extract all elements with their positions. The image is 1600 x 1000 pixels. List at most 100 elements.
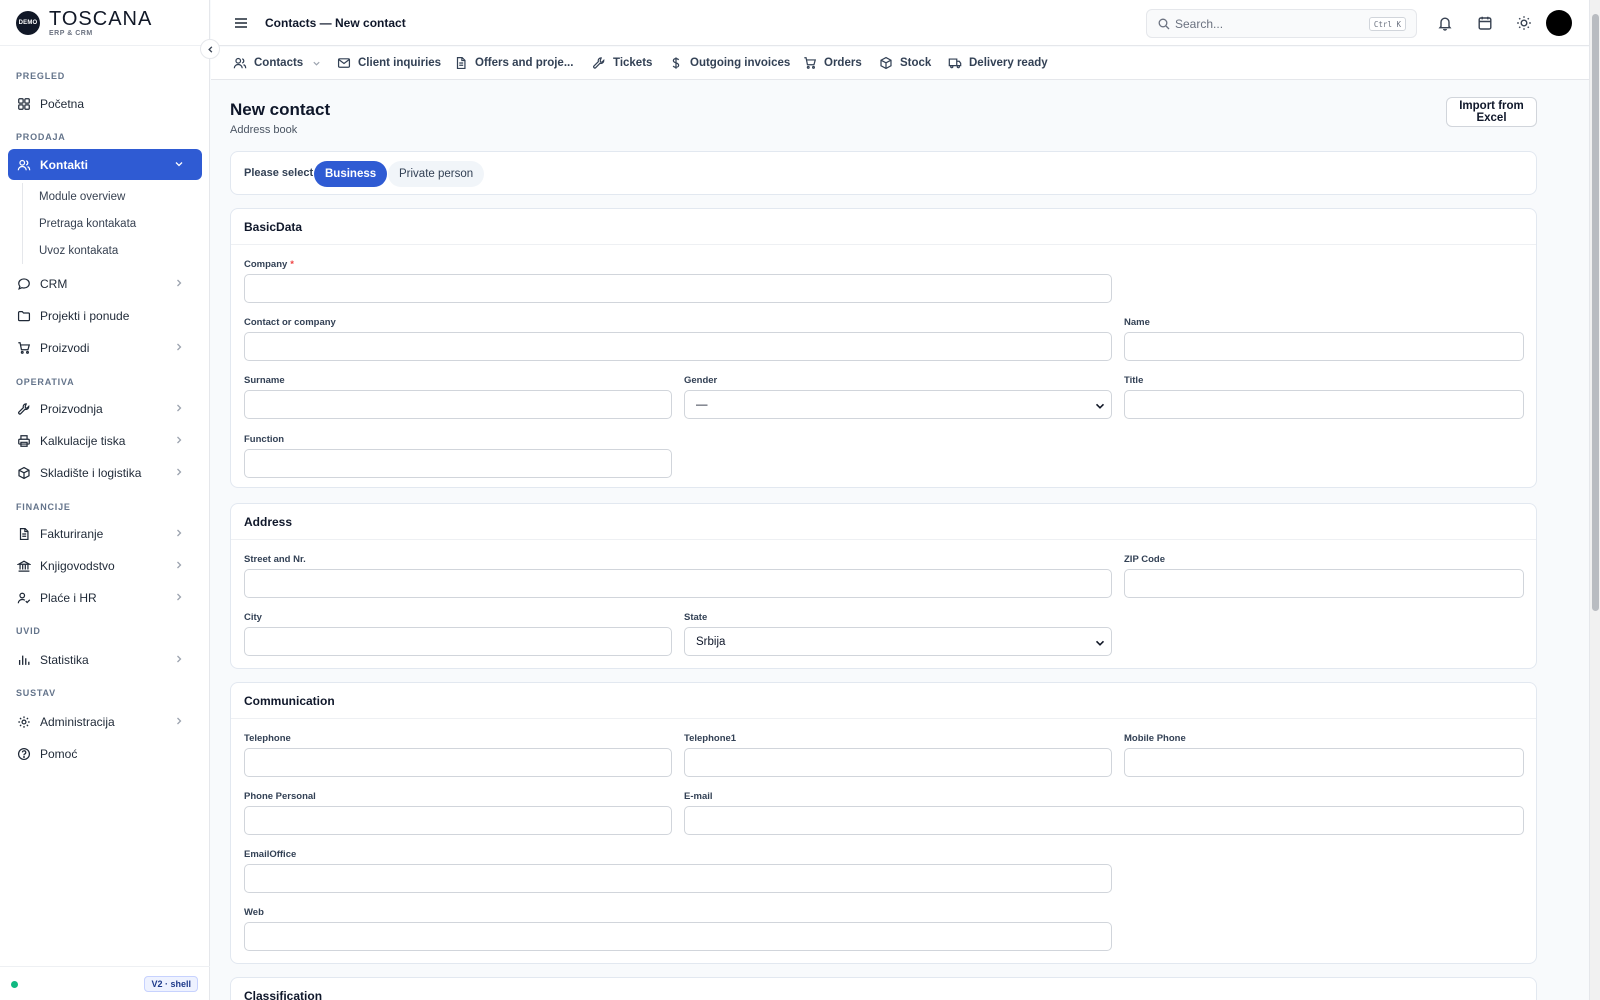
calendar-icon[interactable] [1477,15,1493,31]
tab-tickets[interactable]: Tickets [592,47,652,79]
title-input[interactable] [1124,390,1524,419]
sidebar-item-statistika[interactable]: Statistika [8,644,202,675]
sidebar-item-projekti[interactable]: Projekti i ponude [8,300,202,331]
tab-offers-and-projects[interactable]: Offers and proje... [454,47,573,79]
kontakti-submenu: Module overview Pretraga kontakata Uvoz … [22,183,192,264]
sidebar-item-kalkulacije[interactable]: Kalkulacije tiska [8,425,202,456]
state-select[interactable]: Srbija [684,627,1112,656]
city-input[interactable] [244,627,672,656]
sidebar-item-proizvodi[interactable]: Proizvodi [8,332,202,363]
company-input[interactable] [244,274,1112,303]
sidebar-item-label: Plaće i HR [40,590,97,605]
sidebar-item-kontakti[interactable]: Kontakti [8,149,202,180]
users-icon [233,57,247,69]
brand[interactable]: DEMO TOSCANA ERP & CRM [0,0,209,46]
tab-client-inquiries[interactable]: Client inquiries [337,47,441,79]
phone-personal-input[interactable] [244,806,672,835]
gender-value: — [696,398,708,411]
zip-code-label: ZIP Code [1124,554,1165,565]
submenu-pretraga-kontakata[interactable]: Pretraga kontakata [23,210,192,237]
communication-card: Communication Telephone Telephone1 Mobil… [230,682,1537,964]
gender-label: Gender [684,375,718,386]
sidebar-item-fakturiranje[interactable]: Fakturiranje [8,518,202,549]
chevron-down-icon [313,61,320,66]
chevron-right-icon [177,404,182,412]
cart-icon [18,341,31,354]
sidebar-item-label: Kontakti [40,157,88,172]
tab-stock[interactable]: Stock [879,47,931,79]
sidebar-item-proizvodnja[interactable]: Proizvodnja [8,393,202,424]
bar-chart-icon [18,655,30,665]
package-icon [880,56,892,70]
page-scrollbar[interactable] [1589,0,1600,1000]
contact-or-company-label: Contact or company [244,317,336,328]
menu-icon[interactable] [233,15,249,31]
function-input[interactable] [244,449,672,478]
search-input[interactable] [1175,15,1365,33]
sidebar-item-label: Administracija [40,714,115,729]
section-operativa: OPERATIVA [16,377,75,387]
surname-label: Surname [244,375,285,386]
gender-select[interactable]: — [684,390,1112,419]
section-title: Address [231,504,1536,540]
name-input[interactable] [1124,332,1524,361]
cart-icon [804,57,817,69]
sidebar-item-label: Fakturiranje [40,526,104,541]
status-dot [11,981,18,988]
sidebar-item-label: Skladište i logistika [40,465,142,480]
chevron-right-icon [177,593,182,601]
tab-orders[interactable]: Orders [803,47,862,79]
sidebar-item-administracija[interactable]: Administracija [8,706,202,737]
search-icon [1158,18,1170,30]
user-check-icon [17,592,31,603]
telephone1-input[interactable] [684,748,1112,777]
tab-label: Tickets [613,57,653,69]
tab-contacts[interactable]: Contacts [233,47,321,79]
city-label: City [244,612,262,623]
state-label: State [684,612,708,623]
dollar-icon [672,57,680,69]
import-from-excel-button[interactable]: Import from Excel [1446,97,1537,127]
section-title: Communication [231,683,1536,719]
mobile-phone-input[interactable] [1124,748,1524,777]
printer-icon [18,434,30,447]
page-title: New contact [230,100,331,119]
zip-code-input[interactable] [1124,569,1524,598]
scrollbar-thumb[interactable] [1592,14,1599,611]
private-person-toggle[interactable]: Private person [388,161,485,187]
sidebar-item-label: Pomoć [40,746,78,761]
page-subtitle: Address book [230,124,298,136]
surname-input[interactable] [244,390,672,419]
user-avatar[interactable] [1546,10,1572,36]
sidebar-item-label: Početna [40,96,85,111]
wrench-icon [593,57,605,69]
email-input[interactable] [684,806,1524,835]
business-toggle[interactable]: Business [314,161,388,187]
sidebar-item-crm[interactable]: CRM [8,268,202,299]
sidebar-item-pomoc[interactable]: Pomoć [8,738,202,769]
street-input[interactable] [244,569,1112,598]
submenu-module-overview[interactable]: Module overview [23,183,192,210]
email-office-input[interactable] [244,864,1112,893]
web-input[interactable] [244,922,1112,951]
tab-delivery-ready[interactable]: Delivery ready [948,47,1048,79]
search-box[interactable]: Ctrl K [1146,9,1417,38]
sidebar-collapse-button[interactable] [200,39,220,59]
topbar: Contacts — New contact Ctrl K [211,0,1589,46]
phone-personal-label: Phone Personal [244,791,316,802]
tab-outgoing-invoices[interactable]: Outgoing invoices [669,47,790,79]
users-icon [17,159,31,170]
tab-label: Offers and proje... [475,57,574,69]
chevron-right-icon [177,529,182,537]
contact-or-company-input[interactable] [244,332,1112,361]
name-label: Name [1124,317,1150,328]
telephone-input[interactable] [244,748,672,777]
sidebar-item-pocetna[interactable]: Početna [8,88,202,119]
sidebar-item-knjigovodstvo[interactable]: Knjigovodstvo [8,550,202,581]
bell-icon[interactable] [1437,15,1453,31]
submenu-uvoz-kontakata[interactable]: Uvoz kontakata [23,237,192,264]
sidebar-item-place[interactable]: Plaće i HR [8,582,202,613]
document-icon [19,527,29,540]
sidebar-item-skladiste[interactable]: Skladište i logistika [8,457,202,488]
sun-icon[interactable] [1516,15,1532,31]
